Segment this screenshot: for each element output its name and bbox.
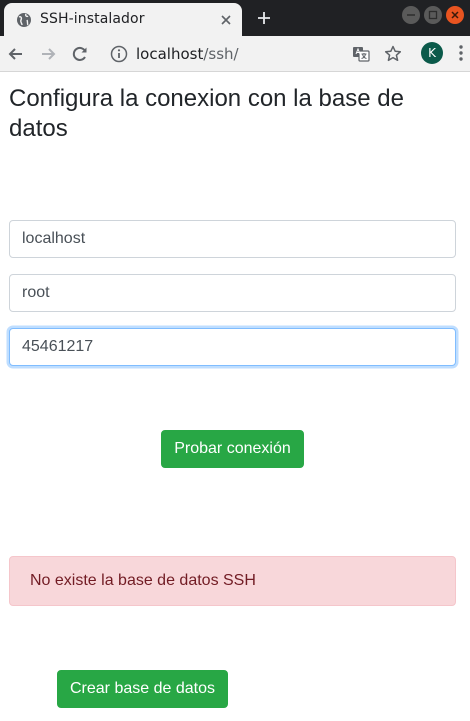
maximize-button[interactable] <box>424 6 442 24</box>
profile-avatar[interactable]: K <box>421 42 443 64</box>
host-input[interactable]: localhost <box>9 220 456 258</box>
user-input-value: root <box>22 284 50 301</box>
translate-icon[interactable] <box>352 45 370 63</box>
minimize-button[interactable] <box>402 6 420 24</box>
create-database-button[interactable]: Crear base de datos <box>57 670 228 708</box>
url-host: localhost <box>136 45 204 63</box>
tab-strip: SSH-instalador <box>0 0 470 36</box>
globe-icon <box>17 13 31 27</box>
test-connection-button[interactable]: Probar conexión <box>161 430 304 468</box>
address-bar[interactable]: localhost/ssh/ <box>104 39 470 69</box>
url-text: localhost/ssh/ <box>136 45 239 63</box>
host-input-value: localhost <box>22 230 86 247</box>
password-input-value: 45461217 <box>22 338 94 355</box>
back-arrow-icon[interactable] <box>6 44 26 64</box>
window-close-button[interactable] <box>446 6 464 24</box>
close-icon[interactable] <box>218 12 234 28</box>
user-input[interactable]: root <box>9 274 456 312</box>
browser-toolbar: localhost/ssh/ <box>0 36 470 72</box>
tab-title: SSH-instalador <box>40 11 145 27</box>
forward-arrow-icon[interactable] <box>38 44 58 64</box>
window-controls <box>402 6 464 26</box>
star-icon[interactable] <box>383 44 403 64</box>
error-alert: No existe la base de datos SSH <box>9 556 456 606</box>
info-icon[interactable] <box>110 45 128 63</box>
url-path: /ssh/ <box>203 45 239 63</box>
password-input[interactable]: 45461217 <box>9 328 456 366</box>
reload-icon[interactable] <box>70 44 90 64</box>
browser-tab[interactable]: SSH-instalador <box>4 3 242 36</box>
menu-dots-icon[interactable] <box>455 44 467 62</box>
plus-icon[interactable] <box>255 9 273 27</box>
page-title: Configura la conexion con la base de dat… <box>9 85 404 142</box>
